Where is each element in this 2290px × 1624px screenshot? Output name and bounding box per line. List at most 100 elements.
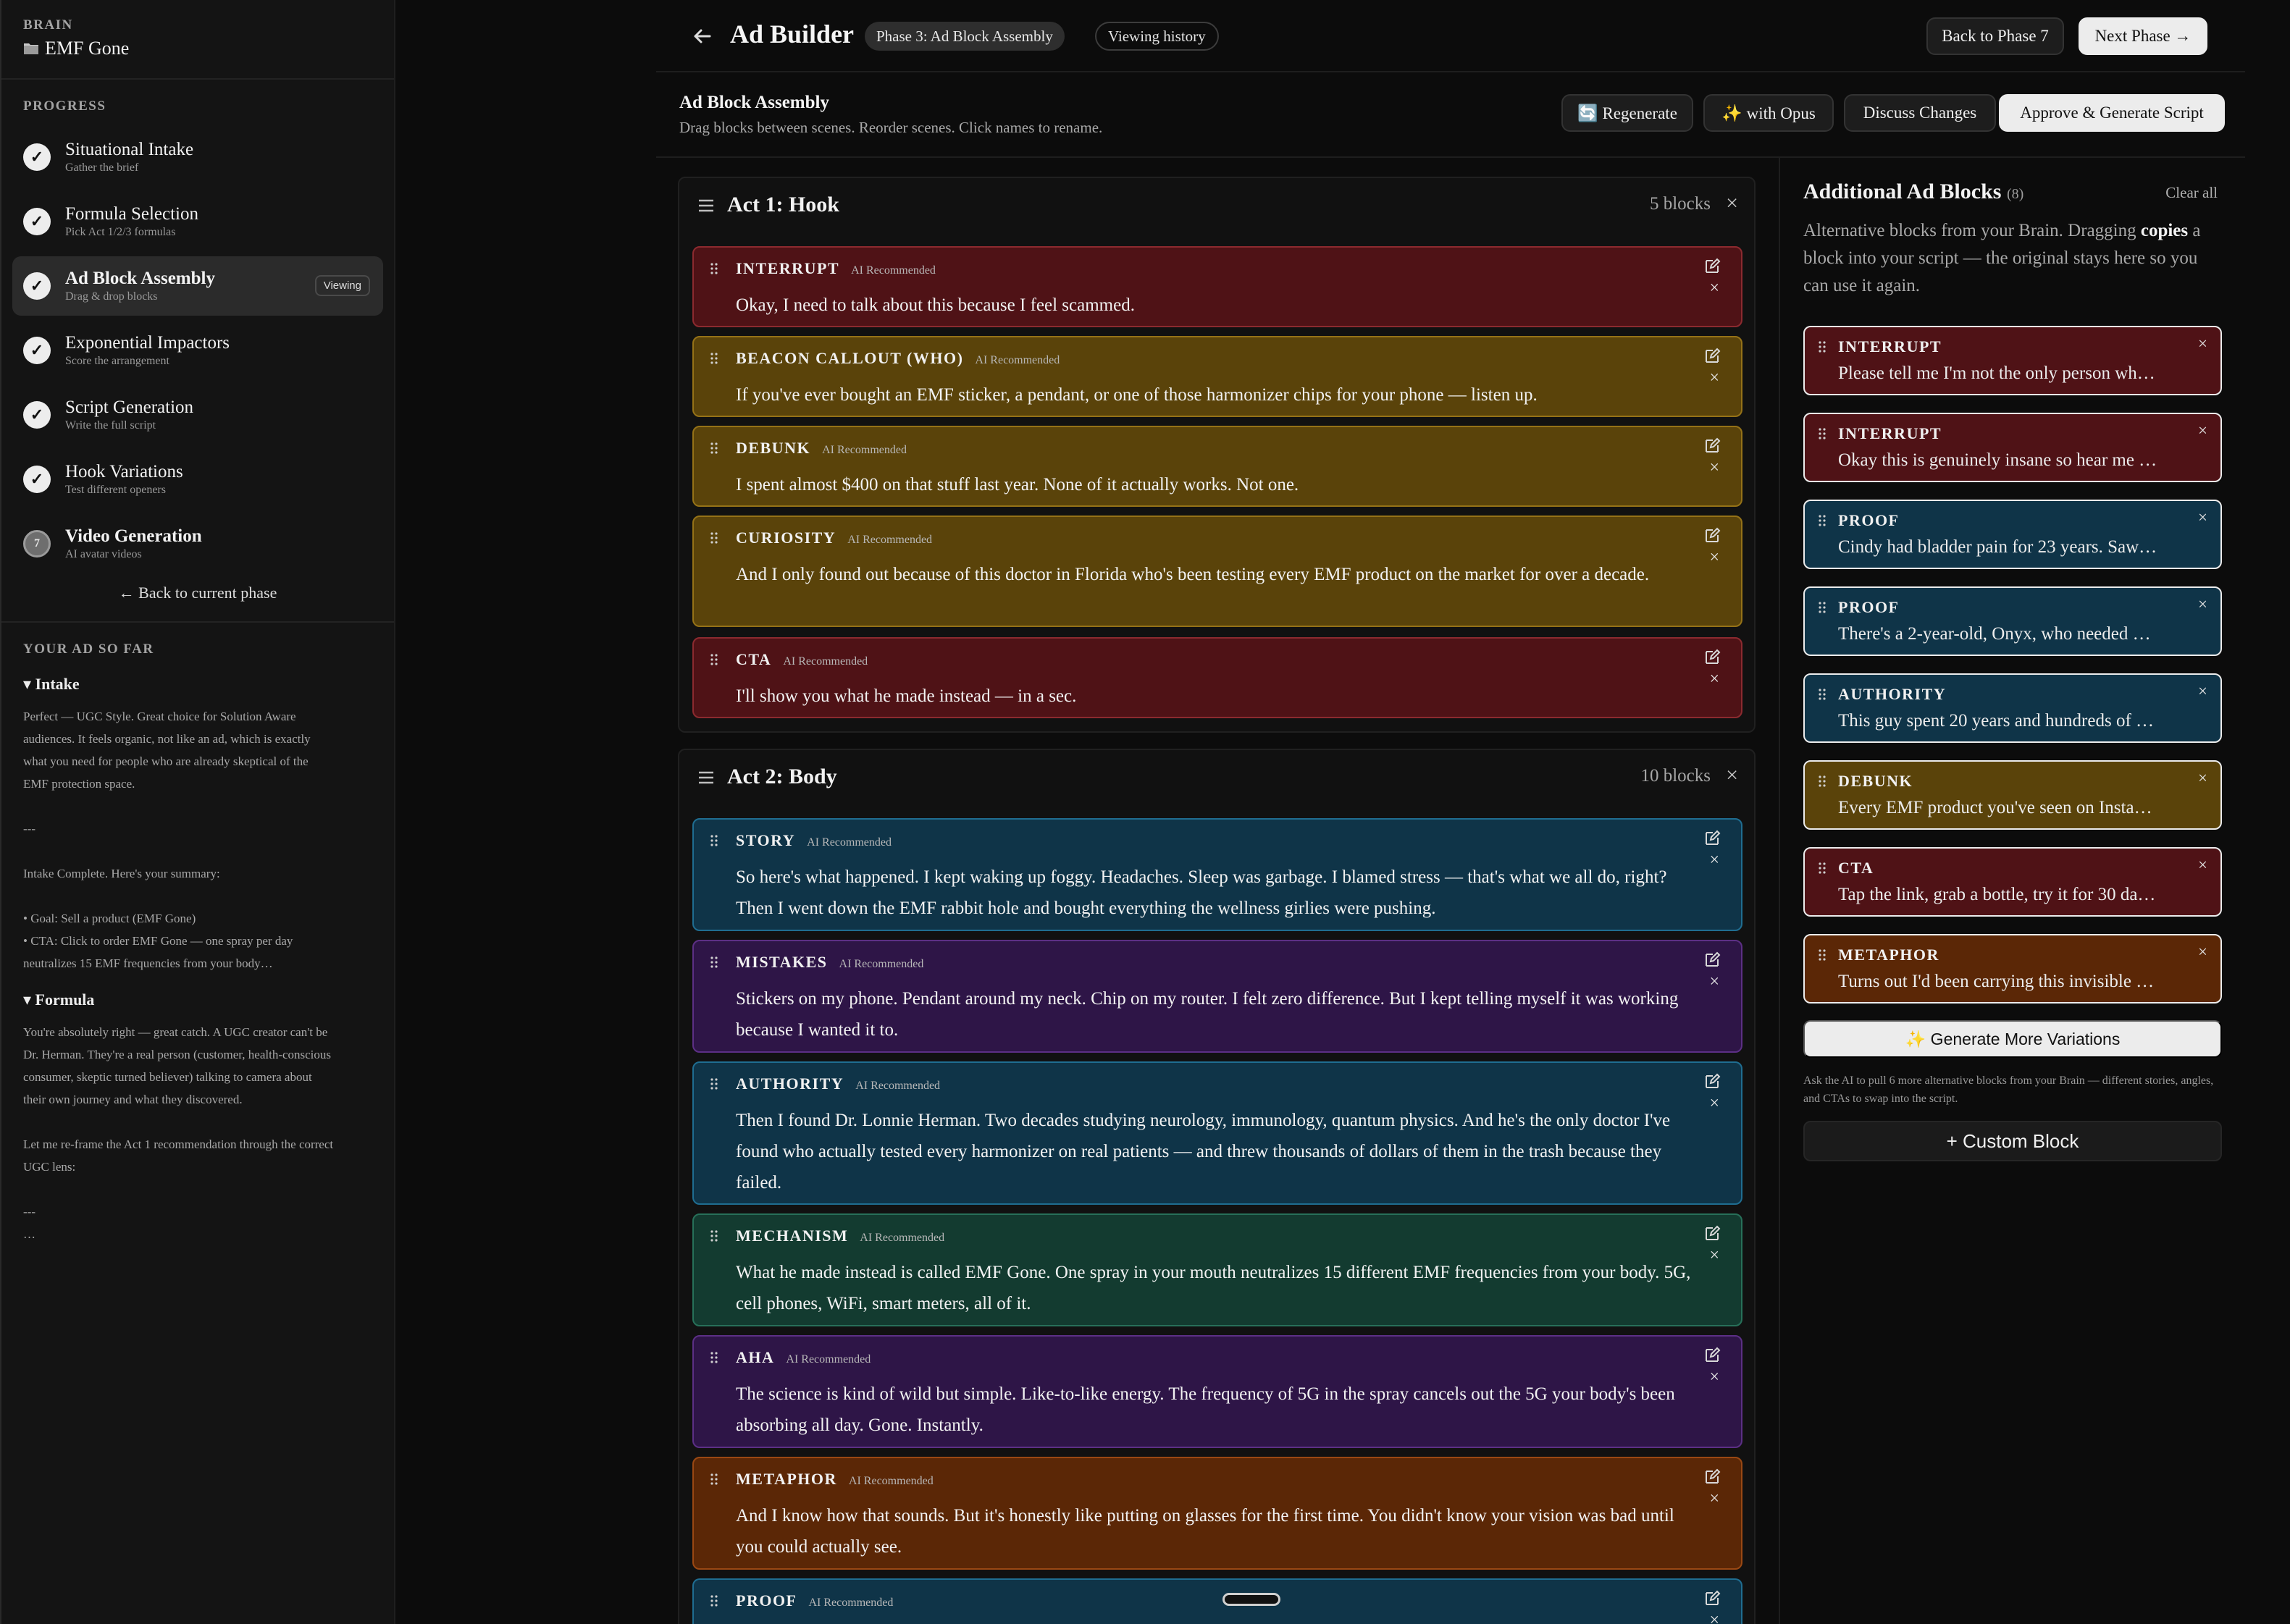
- grip-icon[interactable]: [1818, 514, 1826, 527]
- grip-icon[interactable]: [710, 956, 718, 969]
- grip-icon[interactable]: [710, 1351, 718, 1364]
- edit-icon[interactable]: [1703, 1468, 1721, 1486]
- edit-icon[interactable]: [1703, 1073, 1721, 1090]
- block-label[interactable]: MISTAKES: [736, 953, 828, 972]
- phase-video-generation[interactable]: 7 Video Generation AI avatar videos: [12, 514, 383, 573]
- ad-block-debunk[interactable]: DEBUNK AI Recommended I spent almost $400…: [692, 426, 1742, 507]
- alt-block-proof[interactable]: PROOF Cindy had bladder pain for 23 year…: [1803, 500, 2222, 569]
- grip-icon[interactable]: [1818, 427, 1826, 440]
- custom-block-button[interactable]: + Custom Block: [1803, 1121, 2222, 1161]
- remove-icon[interactable]: ×: [1709, 1368, 1719, 1386]
- phase-formula-selection[interactable]: ✓ Formula Selection Pick Act 1/2/3 formul…: [12, 192, 383, 251]
- ad-block-curiosity[interactable]: CURIOSITY AI Recommended And I only found…: [692, 516, 1742, 627]
- block-label[interactable]: CURIOSITY: [736, 529, 836, 547]
- remove-icon[interactable]: ×: [1709, 670, 1719, 688]
- grip-icon[interactable]: [1818, 948, 1826, 962]
- ad-block-cta[interactable]: CTA AI Recommended I'll show you what he …: [692, 637, 1742, 718]
- remove-icon[interactable]: ×: [1709, 369, 1719, 387]
- alt-block-proof[interactable]: PROOF There's a 2-year-old, Onyx, who ne…: [1803, 586, 2222, 656]
- remove-icon[interactable]: ×: [1709, 1247, 1719, 1264]
- formula-toggle[interactable]: ▾ Formula: [23, 990, 372, 1009]
- phase-script-generation[interactable]: ✓ Script Generation Write the full script: [12, 385, 383, 445]
- remove-icon[interactable]: ×: [2198, 335, 2207, 353]
- phase-exponential-impactors[interactable]: ✓ Exponential Impactors Score the arrange…: [12, 321, 383, 380]
- ad-block-story[interactable]: STORY AI Recommended So here's what happe…: [692, 818, 1742, 931]
- grip-icon[interactable]: [1818, 601, 1826, 614]
- alt-block-cta[interactable]: CTA Tap the link, grab a bottle, try it …: [1803, 847, 2222, 917]
- alt-block-metaphor[interactable]: METAPHOR Turns out I'd been carrying thi…: [1803, 934, 2222, 1004]
- remove-icon[interactable]: ×: [1709, 1490, 1719, 1507]
- alt-block-debunk[interactable]: DEBUNK Every EMF product you've seen on …: [1803, 760, 2222, 830]
- back-to-phase-button[interactable]: Back to Phase 7: [1926, 17, 2064, 55]
- edit-icon[interactable]: [1703, 951, 1721, 969]
- block-label[interactable]: STORY: [736, 831, 795, 850]
- alt-block-interrupt[interactable]: INTERRUPT Please tell me I'm not the onl…: [1803, 326, 2222, 395]
- grip-icon[interactable]: [710, 1594, 718, 1607]
- act-title[interactable]: Act 2: Body: [727, 765, 837, 789]
- block-label[interactable]: PROOF: [736, 1591, 797, 1610]
- remove-icon[interactable]: ×: [2198, 421, 2207, 440]
- remove-icon[interactable]: ×: [1709, 459, 1719, 476]
- drag-handle-icon[interactable]: [698, 198, 714, 213]
- remove-icon[interactable]: ×: [2198, 682, 2207, 701]
- grip-icon[interactable]: [710, 352, 718, 365]
- alt-block-interrupt[interactable]: INTERRUPT Okay this is genuinely insane …: [1803, 413, 2222, 482]
- back-to-current-phase-link[interactable]: ← Back to current phase: [12, 584, 383, 602]
- intake-toggle[interactable]: ▾ Intake: [23, 675, 372, 694]
- edit-icon[interactable]: [1703, 527, 1721, 544]
- brain-selector[interactable]: EMF Gone: [23, 38, 372, 59]
- clear-all-button[interactable]: Clear all: [2165, 184, 2218, 202]
- edit-icon[interactable]: [1703, 258, 1721, 275]
- grip-icon[interactable]: [710, 262, 718, 275]
- next-phase-button[interactable]: Next Phase →: [2079, 17, 2207, 55]
- edit-icon[interactable]: [1703, 1225, 1721, 1242]
- edit-icon[interactable]: [1703, 649, 1721, 666]
- remove-icon[interactable]: ×: [1709, 549, 1719, 566]
- discuss-changes-button[interactable]: Discuss Changes: [1844, 94, 1996, 132]
- remove-icon[interactable]: ×: [1709, 851, 1719, 869]
- ad-block-mistakes[interactable]: MISTAKES AI Recommended Stickers on my ph…: [692, 940, 1742, 1053]
- remove-icon[interactable]: ×: [1709, 973, 1719, 990]
- remove-icon[interactable]: ×: [1709, 1612, 1719, 1624]
- ad-block-proof[interactable]: PROOF AI Recommended ×: [692, 1578, 1742, 1624]
- block-label[interactable]: CTA: [736, 650, 771, 669]
- alt-block-authority[interactable]: AUTHORITY This guy spent 20 years and hu…: [1803, 673, 2222, 743]
- grip-icon[interactable]: [1818, 340, 1826, 353]
- generate-more-variations-button[interactable]: ✨ Generate More Variations: [1803, 1020, 2222, 1058]
- ad-block-metaphor[interactable]: METAPHOR AI Recommended And I know how th…: [692, 1457, 1742, 1570]
- approve-generate-script-button[interactable]: Approve & Generate Script: [1999, 94, 2225, 132]
- ad-block-authority[interactable]: AUTHORITY AI Recommended Then I found Dr.…: [692, 1061, 1742, 1205]
- grip-icon[interactable]: [710, 442, 718, 455]
- drag-handle-icon[interactable]: [698, 770, 714, 785]
- grip-icon[interactable]: [1818, 775, 1826, 788]
- grip-icon[interactable]: [1818, 862, 1826, 875]
- block-label[interactable]: AUTHORITY: [736, 1074, 844, 1093]
- block-label[interactable]: AHA: [736, 1348, 774, 1367]
- grip-icon[interactable]: [710, 1077, 718, 1090]
- grip-icon[interactable]: [710, 1229, 718, 1242]
- with-opus-button[interactable]: ✨ with Opus: [1703, 94, 1834, 132]
- back-arrow-icon[interactable]: [688, 22, 717, 51]
- grip-icon[interactable]: [710, 653, 718, 666]
- edit-icon[interactable]: [1703, 1347, 1721, 1364]
- remove-icon[interactable]: ×: [2198, 595, 2207, 614]
- edit-icon[interactable]: [1703, 830, 1721, 847]
- remove-icon[interactable]: ×: [2198, 943, 2207, 962]
- phase-ad-block-assembly[interactable]: ✓ Ad Block Assembly Drag & drop blocks Vi…: [12, 256, 383, 316]
- scroll-indicator[interactable]: [1222, 1593, 1280, 1606]
- edit-icon[interactable]: [1703, 437, 1721, 455]
- remove-icon[interactable]: ×: [1709, 279, 1719, 297]
- close-icon[interactable]: ×: [1726, 763, 1738, 788]
- ad-block-interrupt[interactable]: INTERRUPT AI Recommended Okay, I need to …: [692, 246, 1742, 327]
- block-label[interactable]: MECHANISM: [736, 1227, 848, 1245]
- phase-hook-variations[interactable]: ✓ Hook Variations Test different openers: [12, 450, 383, 509]
- remove-icon[interactable]: ×: [1709, 1095, 1719, 1112]
- grip-icon[interactable]: [710, 834, 718, 847]
- ad-block-mechanism[interactable]: MECHANISM AI Recommended What he made ins…: [692, 1213, 1742, 1326]
- edit-icon[interactable]: [1703, 348, 1721, 365]
- block-label[interactable]: METAPHOR: [736, 1470, 837, 1489]
- phase-situational-intake[interactable]: ✓ Situational Intake Gather the brief: [12, 127, 383, 187]
- act-title[interactable]: Act 1: Hook: [727, 193, 839, 217]
- grip-icon[interactable]: [710, 1473, 718, 1486]
- block-label[interactable]: DEBUNK: [736, 439, 810, 458]
